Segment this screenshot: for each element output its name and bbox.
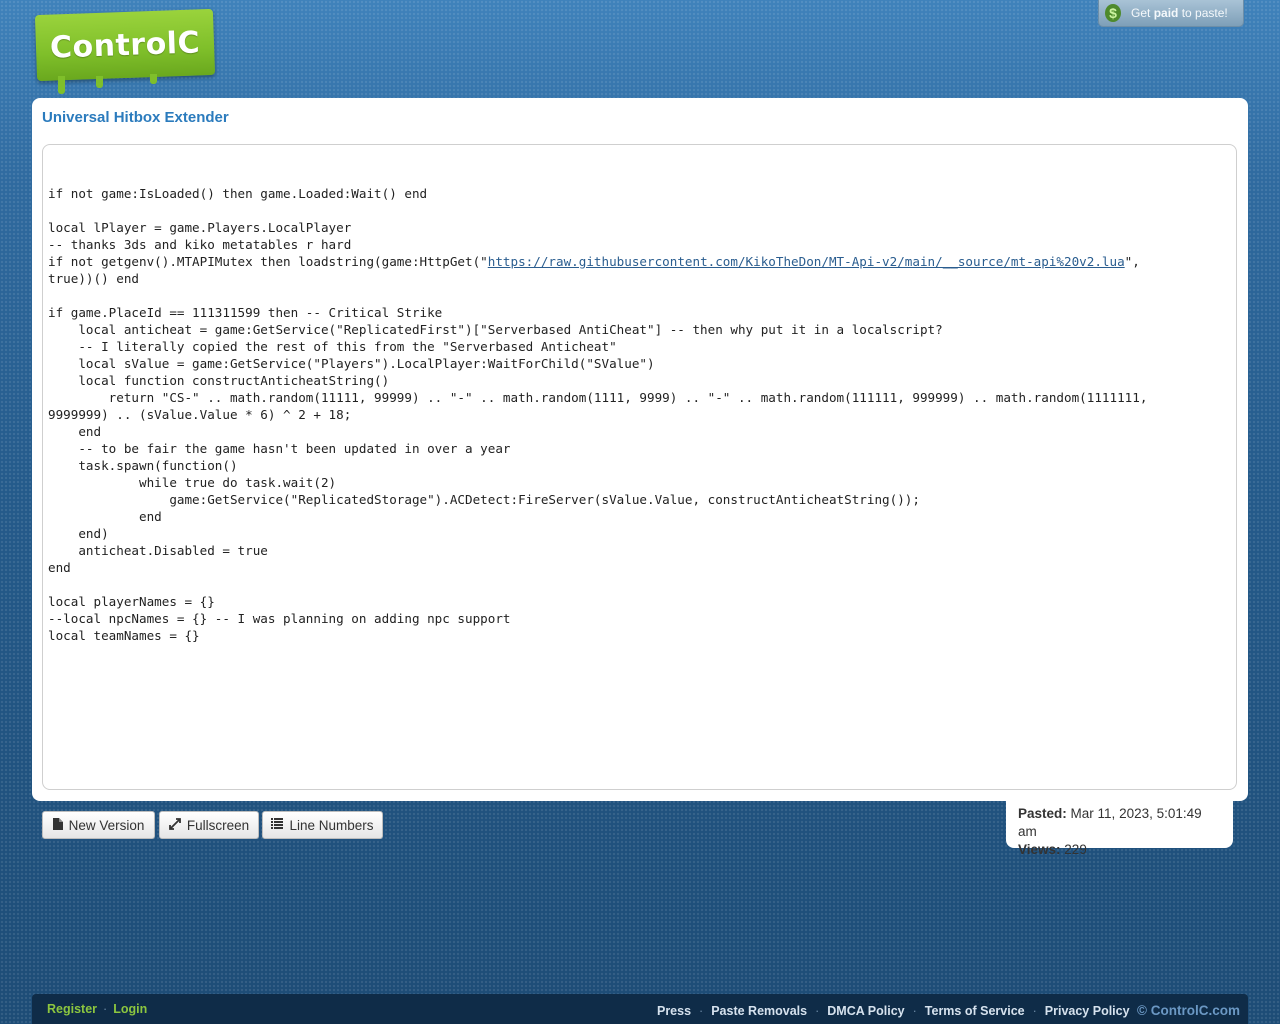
logo-drip	[96, 76, 103, 88]
footer: Register · Login Press · Paste Removals · DMCA…	[32, 994, 1248, 1024]
site-logo[interactable]: ControlC	[34, 8, 216, 82]
get-paid-button[interactable]: $ Get paid to paste!	[1098, 0, 1244, 27]
separator: ·	[699, 1004, 704, 1018]
views-label: Views:	[1018, 842, 1061, 857]
privacy-link[interactable]: Privacy Policy	[1045, 1004, 1130, 1018]
code-link[interactable]: https://raw.githubusercontent.com/KikoTh…	[488, 254, 1125, 269]
paste-info: Pasted: Mar 11, 2023, 5:01:49 am Views: …	[1006, 801, 1233, 857]
login-link[interactable]: Login	[113, 1002, 147, 1016]
new-version-button[interactable]: New Version	[42, 811, 155, 839]
code-content: if not game:IsLoaded() then game.Loaded:…	[48, 168, 1147, 644]
line-numbers-button[interactable]: Line Numbers	[262, 811, 383, 839]
get-paid-prefix: Get	[1131, 6, 1151, 20]
separator: ·	[815, 1004, 820, 1018]
separator: ·	[103, 1002, 108, 1016]
logo-drip	[58, 76, 65, 94]
terms-link[interactable]: Terms of Service	[925, 1004, 1025, 1018]
list-icon	[271, 818, 284, 832]
expand-icon	[168, 817, 181, 833]
views-value: 229	[1064, 842, 1087, 857]
code-text-after: ", true))() end if game.PlaceId == 11131…	[48, 254, 1148, 643]
views-row: Views: 229	[1018, 841, 1221, 859]
logo-drip	[150, 74, 157, 84]
separator: ·	[1032, 1004, 1037, 1018]
code-viewer[interactable]: if not game:IsLoaded() then game.Loaded:…	[42, 144, 1237, 790]
dollar-icon: $	[1105, 4, 1121, 22]
paste-title: Universal Hitbox Extender	[42, 109, 229, 126]
fullscreen-button[interactable]: Fullscreen	[159, 811, 259, 839]
fullscreen-label: Fullscreen	[186, 817, 250, 833]
pasted-label: Pasted:	[1018, 806, 1067, 821]
code-text-before: if not game:IsLoaded() then game.Loaded:…	[48, 186, 488, 269]
pasted-row: Pasted: Mar 11, 2023, 5:01:49 am	[1018, 805, 1221, 841]
paste-panel: Universal Hitbox Extender if not game:Is…	[32, 98, 1248, 801]
file-icon	[52, 817, 63, 833]
separator: ·	[912, 1004, 917, 1018]
paste-removals-link[interactable]: Paste Removals	[711, 1004, 807, 1018]
dmca-link[interactable]: DMCA Policy	[827, 1004, 904, 1018]
register-link[interactable]: Register	[47, 1002, 97, 1016]
press-link[interactable]: Press	[657, 1004, 691, 1018]
new-version-label: New Version	[68, 817, 145, 833]
get-paid-bold: paid	[1153, 6, 1179, 20]
get-paid-suffix: to paste!	[1181, 6, 1228, 20]
logo-text: ControlC	[49, 24, 201, 66]
line-numbers-label: Line Numbers	[289, 817, 374, 833]
copyright: © ControlC.com	[1137, 1003, 1240, 1018]
